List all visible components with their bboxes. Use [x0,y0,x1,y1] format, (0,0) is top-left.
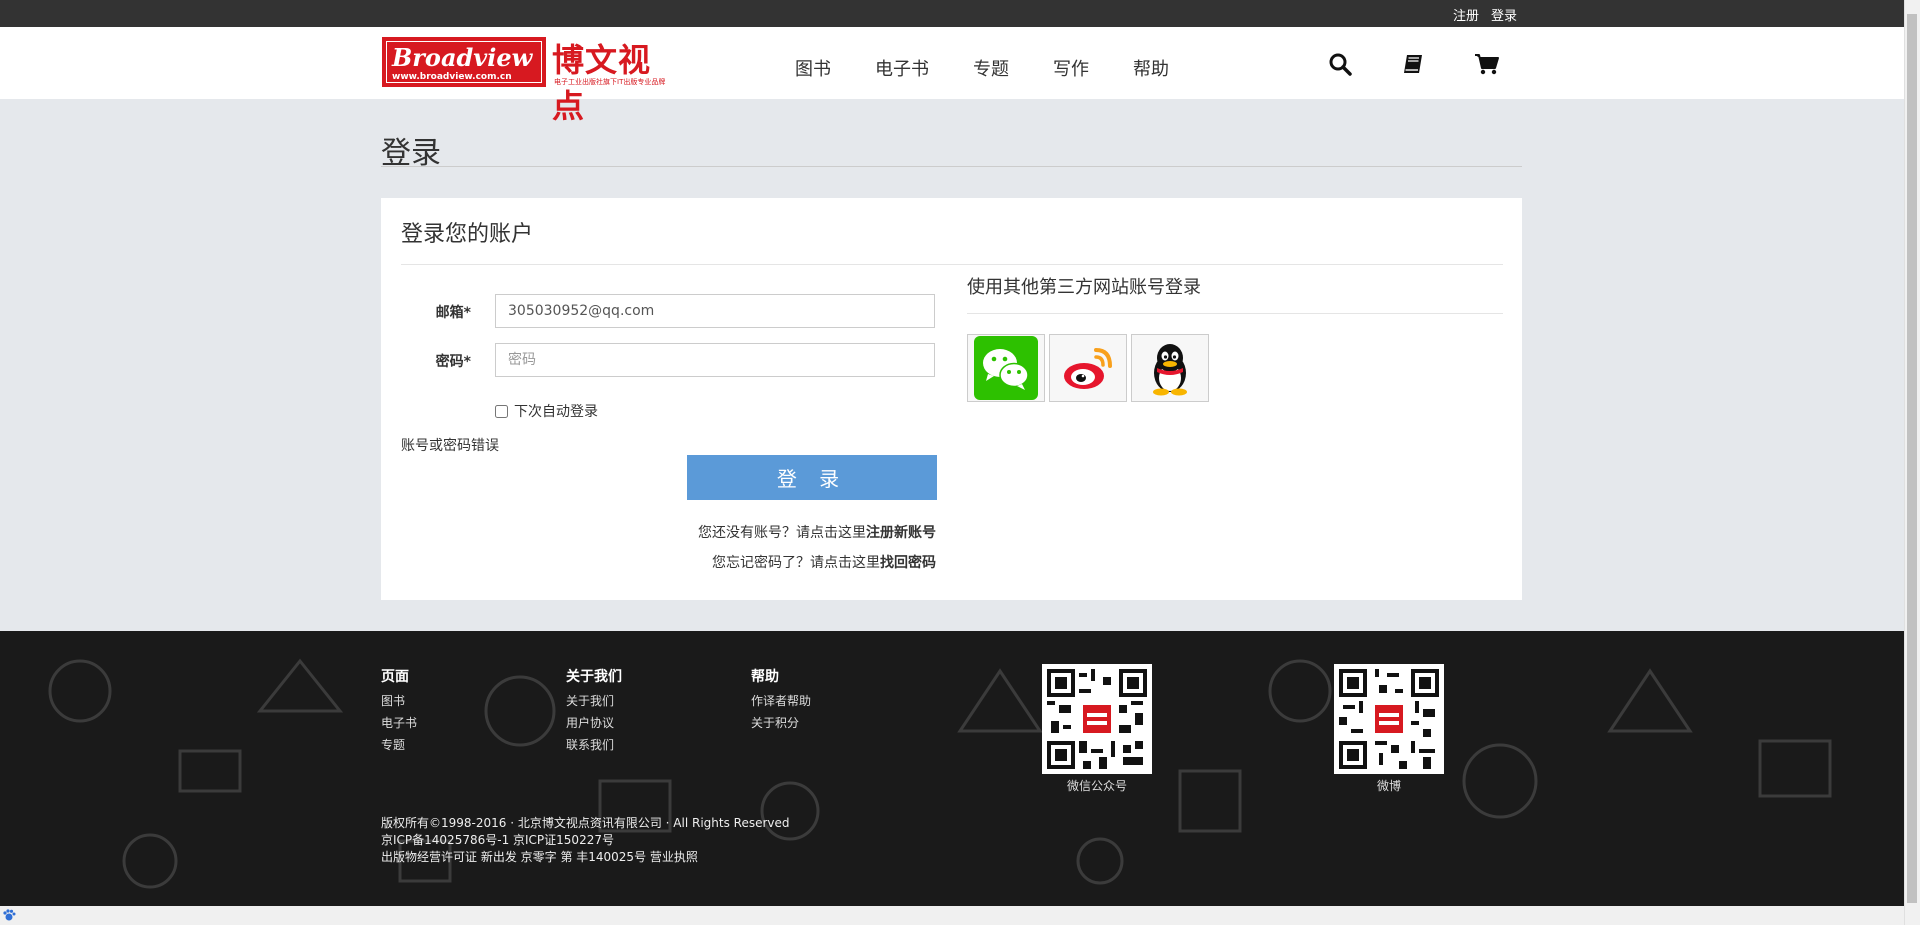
site-header: Broadview www.broadview.com.cn 博文视点 电子工业… [0,27,1904,125]
title-divider [381,166,1522,167]
wechat-login-button[interactable] [967,334,1045,402]
logo-tagline: 电子工业出版社旗下IT出版专业品牌 [554,78,666,86]
error-message: 账号或密码错误 [401,438,499,454]
qq-icon [1153,344,1187,396]
login-heading: 登录您的账户 [401,222,534,247]
footer-link[interactable]: 用户协议 [566,714,622,731]
footer-link[interactable]: 作译者帮助 [751,692,811,709]
top-bar: 注册 登录 [0,0,1904,27]
book-icon[interactable] [1401,52,1427,78]
browser-status-strip [0,906,1904,925]
search-icon[interactable] [1328,52,1354,78]
weibo-icon [1064,348,1112,389]
remember-me[interactable]: 下次自动登录 [495,401,598,421]
footer-link[interactable]: 电子书 [381,714,417,731]
email-field[interactable] [495,294,935,328]
login-link[interactable]: 登录 [1491,5,1517,24]
remember-label: 下次自动登录 [514,404,598,420]
footer-link[interactable]: 专题 [381,736,417,753]
footer-col-about: 关于我们 关于我们 用户协议 联系我们 [566,666,622,758]
cart-icon[interactable] [1474,52,1500,78]
password-label: 密码* [435,354,471,370]
forgot-help: 您忘记密码了？请点击这里找回密码 [712,552,936,572]
account-links: 注册 登录 [1453,5,1517,24]
wechat-qr-code [1042,664,1152,774]
copyright-line: 版权所有©1998-2016 · 北京博文视点资讯有限公司 · All Righ… [381,816,790,830]
scrollbar-thumb[interactable] [1907,14,1917,903]
footer-col-pages: 页面 图书 电子书 专题 [381,666,417,758]
qq-login-button[interactable] [1131,334,1209,402]
header-icons [1328,52,1500,78]
site-logo[interactable]: Broadview www.broadview.com.cn 博文视点 电子工业… [382,37,680,125]
password-field[interactable] [495,343,935,377]
nav-writing[interactable]: 写作 [1053,55,1089,81]
wechat-icon [974,336,1038,400]
weibo-qr-code [1334,664,1444,774]
footer-link[interactable]: 联系我们 [566,736,622,753]
paw-icon [3,909,16,921]
footer-link[interactable]: 图书 [381,692,417,709]
logo-badge: Broadview www.broadview.com.cn [382,37,546,87]
logo-brand: Broadview [392,43,533,72]
footer-link[interactable]: 关于积分 [751,714,811,731]
footer-col-title: 关于我们 [566,669,622,685]
main-nav: 图书 电子书 专题 写作 帮助 [795,55,1213,81]
nav-help[interactable]: 帮助 [1133,55,1169,81]
license-line: 出版物经营许可证 新出发 京零字 第 丰140025号 营业执照 [381,850,698,864]
register-link[interactable]: 注册 [1453,5,1479,24]
footer-col-title: 页面 [381,669,409,685]
logo-url: www.broadview.com.cn [392,72,512,82]
login-button[interactable]: 登 录 [687,455,937,500]
third-party-divider [967,313,1503,314]
nav-ebooks[interactable]: 电子书 [875,55,929,81]
email-label: 邮箱* [435,305,471,321]
panel-divider [401,264,1503,265]
footer-col-help: 帮助 作译者帮助 关于积分 [751,666,811,736]
footer-link[interactable]: 关于我们 [566,692,622,709]
footer-pattern [48,658,1832,889]
nav-books[interactable]: 图书 [795,55,831,81]
logo-text: 博文视点 电子工业出版社旗下IT出版专业品牌 [546,37,680,125]
third-party-heading: 使用其他第三方网站账号登录 [967,277,1201,298]
footer-col-title: 帮助 [751,669,779,685]
copyright-block: 版权所有©1998-2016 · 北京博文视点资讯有限公司 · All Righ… [381,815,790,866]
login-panel: 登录您的账户 邮箱* 密码* 下次自动登录 账号或密码错误 登 录 您还没有账号… [381,198,1522,600]
register-prefix: 您还没有账号？请点击这里 [698,525,866,541]
remember-checkbox[interactable] [495,404,508,418]
register-new-link[interactable]: 注册新账号 [866,525,936,541]
wechat-qr-label: 微信公众号 [1066,779,1127,793]
nav-topics[interactable]: 专题 [973,55,1009,81]
weibo-login-button[interactable] [1049,334,1127,402]
weibo-qr-label: 微博 [1376,779,1401,793]
site-footer: 页面 图书 电子书 专题 关于我们 关于我们 用户协议 联系我们 帮助 作译者帮… [0,631,1904,906]
forgot-password-link[interactable]: 找回密码 [880,555,936,571]
icp-line: 京ICP备14025786号-1 京ICP证150227号 [381,833,614,847]
register-help: 您还没有账号？请点击这里注册新账号 [698,522,936,542]
forgot-prefix: 您忘记密码了？请点击这里 [712,555,880,571]
